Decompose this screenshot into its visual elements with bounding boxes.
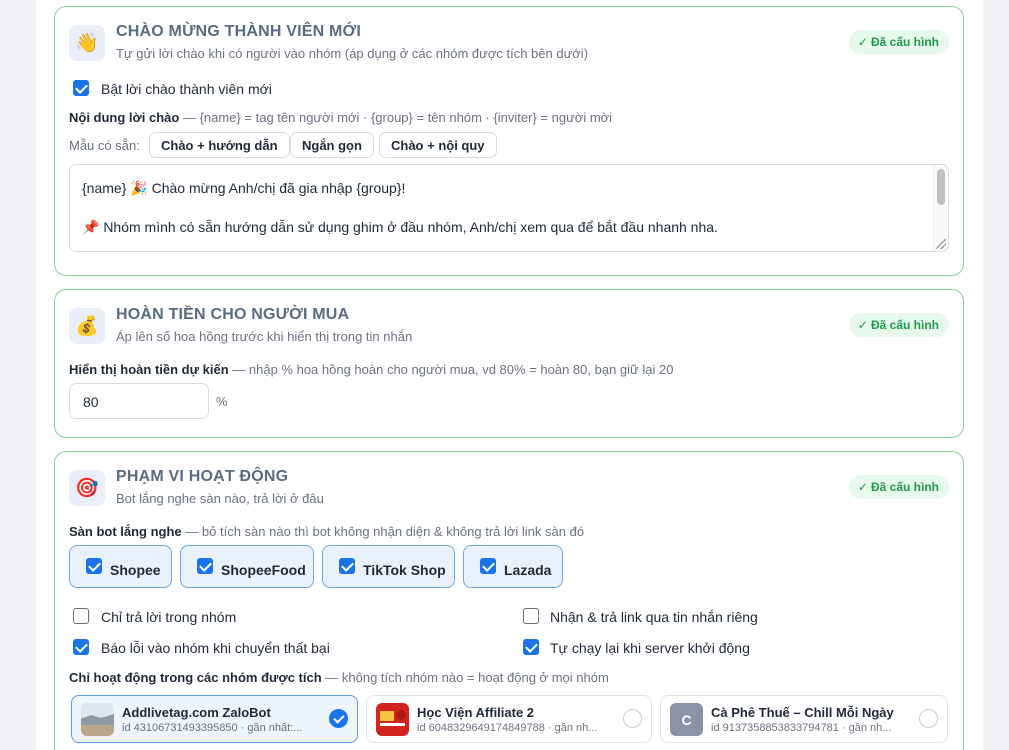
templates-label: Mẫu có sẵn: xyxy=(69,138,140,153)
group-id: id 9137358853833794781 · gần nh... xyxy=(711,722,892,734)
group-select-radio[interactable] xyxy=(329,709,348,728)
template-button-short[interactable]: Ngắn gọn xyxy=(290,132,374,158)
status-badge: ✓ Đã cấu hình xyxy=(848,30,949,54)
enable-welcome-checkbox[interactable] xyxy=(73,80,89,96)
check-icon: ✓ xyxy=(857,480,868,494)
check-icon: ✓ xyxy=(857,35,868,49)
percent-unit: % xyxy=(216,394,228,409)
status-badge: ✓ Đã cấu hình xyxy=(848,475,949,499)
platform-label: TikTok Shop xyxy=(363,562,446,578)
scope-card: 🎯 PHẠM VI HOẠT ĐỘNG Bot lắng nghe sàn nà… xyxy=(54,451,964,750)
group-name: Addlivetag.com ZaloBot xyxy=(122,705,271,720)
platform-checkbox[interactable] xyxy=(480,558,496,574)
status-badge: ✓ Đã cấu hình xyxy=(848,313,949,337)
template-button-guide[interactable]: Chào + hướng dẫn xyxy=(149,132,290,158)
auto-restart-checkbox[interactable] xyxy=(523,639,539,655)
money-bag-icon: 💰 xyxy=(69,308,105,344)
report-errors-checkbox[interactable] xyxy=(73,639,89,655)
message-line: {name} 🎉 Chào mừng Anh/chị đã gia nhập {… xyxy=(82,180,406,196)
enable-welcome-label: Bật lời chào thành viên mới xyxy=(101,81,272,97)
welcome-subtitle: Tự gửi lời chào khi có người vào nhóm (á… xyxy=(116,46,589,61)
group-card-hoc-vien[interactable]: Học Viện Affiliate 2 id 6048329649174849… xyxy=(366,695,652,743)
platform-checkbox[interactable] xyxy=(86,558,102,574)
template-button-rules[interactable]: Chào + nội quy xyxy=(379,132,497,158)
platform-tiktok-shop[interactable]: TikTok Shop xyxy=(322,545,455,588)
welcome-message-textarea[interactable]: {name} 🎉 Chào mừng Anh/chị đã gia nhập {… xyxy=(69,164,949,252)
group-name: Cà Phê Thuế – Chill Mỗi Ngày xyxy=(711,705,894,720)
platform-checkbox[interactable] xyxy=(339,558,355,574)
scope-title: PHẠM VI HOẠT ĐỘNG xyxy=(116,468,289,485)
group-select-radio[interactable] xyxy=(919,709,938,728)
platforms-label: Sàn bot lắng nghe — bỏ tích sàn nào thì … xyxy=(69,524,585,539)
cashback-subtitle: Áp lên số hoa hồng trước khi hiển thị tr… xyxy=(116,329,413,344)
group-card-ca-phe-thue[interactable]: C Cà Phê Thuế – Chill Mỗi Ngày id 913735… xyxy=(660,695,948,743)
scope-subtitle: Bot lắng nghe sàn nào, trả lời ở đâu xyxy=(116,491,324,506)
cashback-title: HOÀN TIỀN CHO NGƯỜI MUA xyxy=(116,306,350,323)
option-label: Chỉ trả lời trong nhóm xyxy=(101,609,237,625)
option-label: Tự chạy lại khi server khởi động xyxy=(550,640,750,656)
option-label: Báo lỗi vào nhóm khi chuyển thất bại xyxy=(101,640,330,656)
group-card-addlivetag[interactable]: Addlivetag.com ZaloBot id 43106731493395… xyxy=(71,695,358,743)
group-id: id 6048329649174849788 · gần nh... xyxy=(417,722,598,734)
group-only-checkbox[interactable] xyxy=(73,608,89,624)
platform-checkbox[interactable] xyxy=(197,558,213,574)
target-icon: 🎯 xyxy=(69,470,105,506)
platform-lazada[interactable]: Lazada xyxy=(463,545,563,588)
group-avatar xyxy=(81,703,114,736)
welcome-card: 👋 CHÀO MỪNG THÀNH VIÊN MỚI Tự gửi lời ch… xyxy=(54,6,964,276)
platform-label: Lazada xyxy=(504,562,552,578)
group-select-radio[interactable] xyxy=(623,709,642,728)
group-avatar xyxy=(376,703,409,736)
group-avatar: C xyxy=(670,703,703,736)
content-label: Nội dung lời chào — {name} = tag tên ngư… xyxy=(69,110,613,125)
platform-shopeefood[interactable]: ShopeeFood xyxy=(180,545,314,588)
platform-shopee[interactable]: Shopee xyxy=(69,545,172,588)
welcome-title: CHÀO MỪNG THÀNH VIÊN MỚI xyxy=(116,23,362,40)
settings-page: 👋 CHÀO MỪNG THÀNH VIÊN MỚI Tự gửi lời ch… xyxy=(36,0,983,750)
cashback-percent-input[interactable]: 80 xyxy=(69,383,209,419)
scroll-thumb[interactable] xyxy=(937,169,945,205)
group-name: Học Viện Affiliate 2 xyxy=(417,705,535,720)
group-id: id 4310673149339585​0 · gần nhất:... xyxy=(122,722,303,734)
platform-label: ShopeeFood xyxy=(221,562,306,578)
resize-handle-icon[interactable] xyxy=(936,239,946,249)
groups-label: Chỉ hoạt động trong các nhóm được tích —… xyxy=(69,670,609,685)
cashback-field-label: Hiển thị hoàn tiền dự kiến — nhập % hoa … xyxy=(69,362,674,377)
private-message-checkbox[interactable] xyxy=(523,608,539,624)
waving-hand-icon: 👋 xyxy=(69,25,105,61)
cashback-card: 💰 HOÀN TIỀN CHO NGƯỜI MUA Áp lên số hoa … xyxy=(54,289,964,438)
option-label: Nhận & trả link qua tin nhắn riêng xyxy=(550,609,758,625)
check-icon: ✓ xyxy=(857,318,868,332)
platform-label: Shopee xyxy=(110,562,161,578)
textarea-scrollbar[interactable] xyxy=(933,166,947,250)
message-line: 📌 Nhóm mình có sẵn hướng dẫn sử dụng ghi… xyxy=(82,219,718,235)
